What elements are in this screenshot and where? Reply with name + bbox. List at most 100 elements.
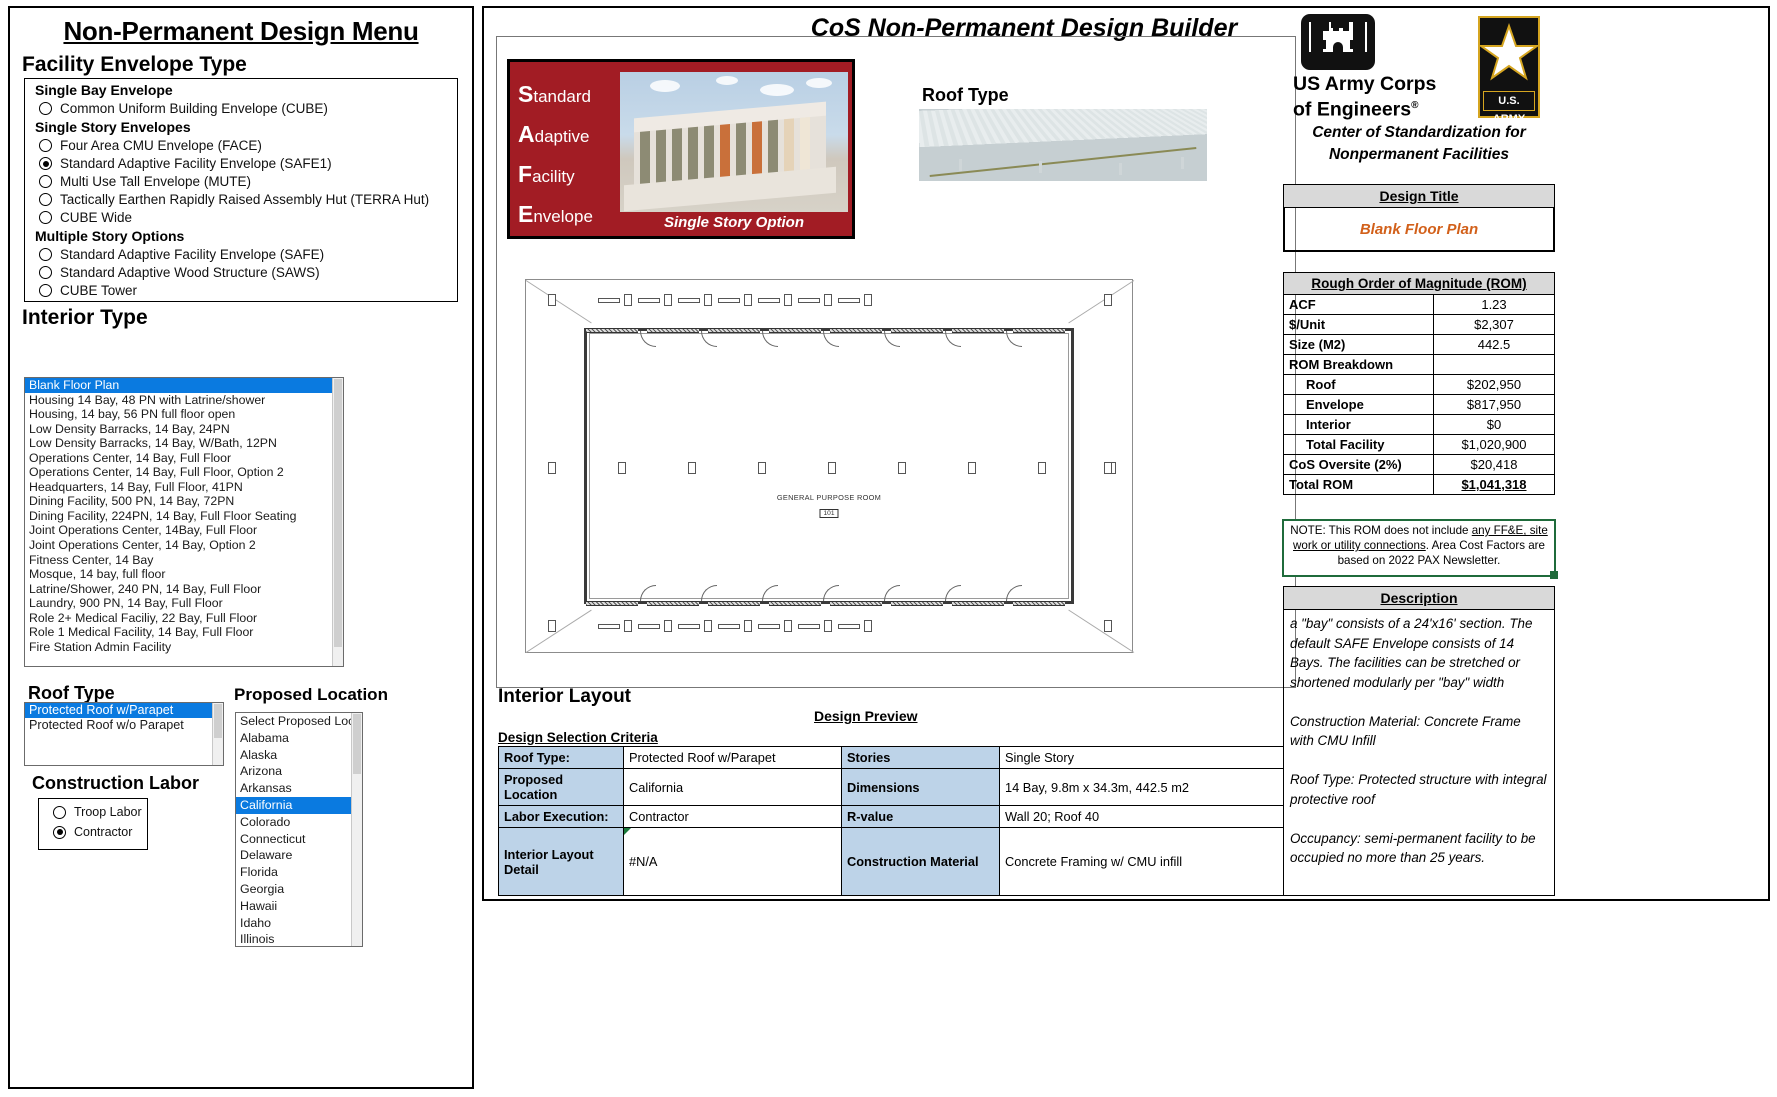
radio-option-standard-adaptive-wood-structure-saws[interactable]: Standard Adaptive Wood Structure (SAWS) bbox=[39, 265, 457, 280]
interior-type-item[interactable]: Joint Operations Center, 14 Bay, Option … bbox=[25, 538, 343, 553]
proposed-location-item[interactable]: Arizona bbox=[236, 763, 362, 780]
labor-option-troop-labor[interactable]: Troop Labor bbox=[53, 805, 147, 819]
interior-type-item[interactable]: Operations Center, 14 Bay, Full Floor bbox=[25, 451, 343, 466]
criteria-key-right: R-value bbox=[841, 805, 1000, 828]
proposed-location-item[interactable]: Alabama bbox=[236, 730, 362, 747]
radio-icon[interactable] bbox=[39, 211, 52, 224]
plan-window bbox=[598, 298, 620, 303]
proposed-location-item[interactable]: Arkansas bbox=[236, 780, 362, 797]
interior-type-item[interactable]: Housing, 14 bay, 56 PN full floor open bbox=[25, 407, 343, 422]
radio-icon[interactable] bbox=[53, 805, 66, 819]
plan-window bbox=[798, 298, 820, 303]
interior-type-item[interactable]: Blank Floor Plan bbox=[25, 378, 343, 393]
radio-icon[interactable] bbox=[39, 284, 52, 297]
floor-plan-drawing: GENERAL PURPOSE ROOM 101 bbox=[525, 279, 1135, 653]
radio-option-standard-adaptive-facility-envelope-safe1[interactable]: Standard Adaptive Facility Envelope (SAF… bbox=[39, 156, 457, 171]
radio-option-common-uniform-building-envelope-cube[interactable]: Common Uniform Building Envelope (CUBE) bbox=[39, 101, 457, 116]
interior-type-item[interactable]: Laundry, 900 PN, 14 Bay, Full Floor bbox=[25, 596, 343, 611]
labor-option-contractor[interactable]: Contractor bbox=[53, 825, 147, 839]
rom-row-label: Total Facility bbox=[1283, 434, 1434, 455]
plan-window bbox=[718, 298, 740, 303]
radio-option-cube-wide[interactable]: CUBE Wide bbox=[39, 210, 457, 225]
proposed-location-item[interactable]: Delaware bbox=[236, 847, 362, 864]
criteria-key-right: Dimensions bbox=[841, 768, 1000, 806]
radio-icon[interactable] bbox=[39, 157, 52, 170]
proposed-location-item[interactable]: Idaho bbox=[236, 915, 362, 932]
interior-type-item[interactable]: Joint Operations Center, 14Bay, Full Flo… bbox=[25, 523, 343, 538]
radio-icon[interactable] bbox=[39, 139, 52, 152]
proposed-location-item[interactable]: Georgia bbox=[236, 881, 362, 898]
radio-option-cube-tower[interactable]: CUBE Tower bbox=[39, 283, 457, 298]
rom-row-value bbox=[1433, 354, 1555, 375]
rom-row-label: Roof bbox=[1283, 374, 1434, 395]
plan-window bbox=[838, 624, 860, 629]
radio-label: Multi Use Tall Envelope (MUTE) bbox=[60, 174, 252, 189]
design-selection-criteria-label: Design Selection Criteria bbox=[498, 730, 658, 745]
rom-row-value: $817,950 bbox=[1433, 394, 1555, 415]
proposed-location-item[interactable]: Florida bbox=[236, 864, 362, 881]
criteria-value-right: Concrete Framing w/ CMU infill bbox=[999, 827, 1284, 896]
description-box: Description a "bay" consists of a 24'x16… bbox=[1283, 586, 1555, 896]
proposed-location-item[interactable]: Illinois bbox=[236, 931, 362, 946]
interior-scrollbar[interactable] bbox=[332, 378, 343, 666]
criteria-value-right: Wall 20; Roof 40 bbox=[999, 805, 1284, 828]
roof-type-listbox[interactable]: Protected Roof w/Parapet Protected Roof w… bbox=[24, 702, 224, 766]
rom-row-value: 1.23 bbox=[1433, 294, 1555, 315]
roof-type-item[interactable]: Protected Roof w/Parapet bbox=[25, 703, 223, 718]
interior-type-item[interactable]: Mosque, 14 bay, full floor bbox=[25, 567, 343, 582]
interior-type-listbox[interactable]: Blank Floor Plan Housing 14 Bay, 48 PN wi… bbox=[24, 377, 344, 667]
proposed-location-item[interactable]: Alaska bbox=[236, 747, 362, 764]
proposed-location-item[interactable]: Hawaii bbox=[236, 898, 362, 915]
proposed-location-listbox[interactable]: Select Proposed Locati Alabama Alaska Arizo… bbox=[235, 712, 363, 947]
envelope-group-heading: Single Bay Envelope bbox=[35, 82, 173, 98]
interior-type-item[interactable]: Latrine/Shower, 240 PN, 14 Bay, Full Flo… bbox=[25, 582, 343, 597]
plan-wall-segment bbox=[769, 601, 821, 606]
interior-type-item[interactable]: Operations Center, 14 Bay, Full Floor, O… bbox=[25, 465, 343, 480]
interior-layout-label: Interior Layout bbox=[498, 686, 632, 707]
plan-wall-segment bbox=[1013, 601, 1065, 606]
interior-type-item[interactable]: Role 2+ Medical Faciliy, 22 Bay, Full Fl… bbox=[25, 611, 343, 626]
interior-type-item[interactable]: Low Density Barracks, 14 Bay, W/Bath, 12… bbox=[25, 436, 343, 451]
interior-type-item[interactable]: Housing 14 Bay, 48 PN with Latrine/showe… bbox=[25, 393, 343, 408]
radio-icon[interactable] bbox=[53, 825, 66, 839]
usace-wordmark: US Army Corps of Engineers® bbox=[1293, 74, 1483, 121]
radio-option-standard-adaptive-facility-envelope-safe[interactable]: Standard Adaptive Facility Envelope (SAF… bbox=[39, 247, 457, 262]
rom-row-label: Size (M2) bbox=[1283, 334, 1434, 355]
radio-option-multi-use-tall-envelope-mute[interactable]: Multi Use Tall Envelope (MUTE) bbox=[39, 174, 457, 189]
radio-option-four-area-cmu-envelope-face[interactable]: Four Area CMU Envelope (FACE) bbox=[39, 138, 457, 153]
plan-wall-segment bbox=[647, 328, 699, 333]
roof-type-item[interactable]: Protected Roof w/o Parapet bbox=[25, 718, 223, 733]
plan-wall-segment bbox=[830, 328, 882, 333]
proposed-location-item[interactable]: Colorado bbox=[236, 814, 362, 831]
interior-type-item[interactable]: Low Density Barracks, 14 Bay, 24PN bbox=[25, 422, 343, 437]
proposed-location-item[interactable]: California bbox=[236, 796, 362, 814]
comment-marker bbox=[624, 828, 631, 835]
proposed-location-item[interactable]: Select Proposed Locati bbox=[236, 713, 362, 730]
radio-icon[interactable] bbox=[39, 102, 52, 115]
plan-wall-segment bbox=[708, 328, 760, 333]
interior-type-item[interactable]: Dining Facility, 224PN, 14 Bay, Full Flo… bbox=[25, 509, 343, 524]
criteria-value-left: Contractor bbox=[623, 805, 842, 828]
rom-row-value: $1,041,318 bbox=[1433, 474, 1555, 495]
radio-icon[interactable] bbox=[39, 248, 52, 261]
radio-option-tactically-earthen-rapidly-raised-assembly-hut-terra-hut[interactable]: Tactically Earthen Rapidly Raised Assemb… bbox=[39, 192, 457, 207]
roof-type-scrollbar[interactable] bbox=[212, 703, 223, 765]
radio-icon[interactable] bbox=[39, 175, 52, 188]
interior-type-item[interactable]: Role 1 Medical Facility, 14 Bay, Full Fl… bbox=[25, 625, 343, 640]
radio-icon[interactable] bbox=[39, 266, 52, 279]
safe-acronym-list: Standard Adaptive Facility Envelope bbox=[518, 68, 628, 236]
radio-icon[interactable] bbox=[39, 193, 52, 206]
proposed-location-item[interactable]: Connecticut bbox=[236, 831, 362, 848]
interior-type-item[interactable]: Fitness Center, 14 Bay bbox=[25, 553, 343, 568]
design-title-box: Design Title Blank Floor Plan bbox=[1283, 184, 1555, 252]
interior-type-item[interactable]: Fire Station Admin Facility bbox=[25, 640, 343, 655]
facility-envelope-group: Single Bay Envelope Common Uniform Buildi… bbox=[24, 78, 458, 302]
plan-wall-segment bbox=[952, 601, 1004, 606]
interior-type-item[interactable]: Dining Facility, 500 PN, 14 Bay, 72PN bbox=[25, 494, 343, 509]
description-body: a "bay" consists of a 24'x16' section. T… bbox=[1283, 610, 1555, 896]
note-resize-handle[interactable] bbox=[1550, 571, 1558, 579]
plan-wall-segment bbox=[586, 601, 638, 606]
plan-wall-segment bbox=[647, 601, 699, 606]
location-scrollbar[interactable] bbox=[351, 713, 362, 946]
interior-type-item[interactable]: Headquarters, 14 Bay, Full Floor, 41PN bbox=[25, 480, 343, 495]
